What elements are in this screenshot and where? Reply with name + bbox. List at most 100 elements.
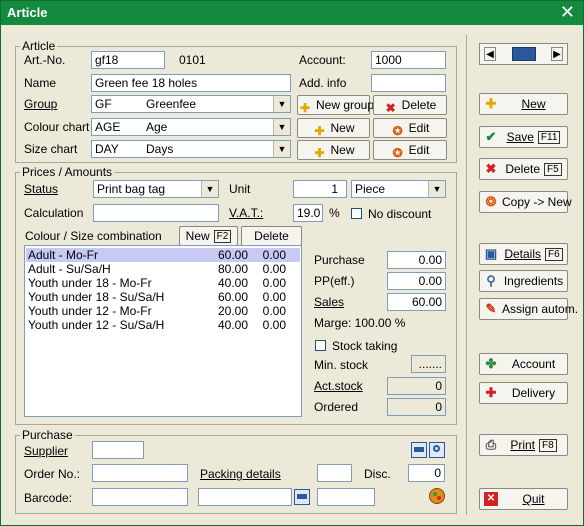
plus-icon: ✚ xyxy=(485,96,497,111)
addinfo-label: Add. info xyxy=(299,76,347,90)
size-edit-label: Edit xyxy=(408,143,430,157)
new-button[interactable]: ✚ New xyxy=(479,93,568,115)
next-record-icon[interactable]: ▶ xyxy=(551,47,563,61)
print-button[interactable]: ⎙ Print F8 xyxy=(479,434,568,456)
assign-autom-label: Assign autom. xyxy=(502,302,579,316)
chevron-down-icon[interactable]: ▼ xyxy=(273,119,290,135)
chevron-down-icon[interactable]: ▼ xyxy=(428,181,445,197)
list-item[interactable]: Youth under 18 - Mo-Fr 40.00 0.00 xyxy=(26,276,300,290)
delivery-button[interactable]: ✚ Delivery xyxy=(479,382,568,404)
row-price: 40.00 xyxy=(217,276,248,290)
packing-details-input[interactable] xyxy=(317,464,352,482)
list-item[interactable]: Adult - Su/Sa/H 80.00 0.00 xyxy=(26,262,300,276)
unit-select[interactable]: Piece ▼ xyxy=(351,180,446,198)
order-no-input[interactable] xyxy=(92,464,188,482)
stock-taking-checkbox[interactable] xyxy=(315,340,326,351)
no-discount-checkbox[interactable] xyxy=(351,208,362,219)
article-legend: Article xyxy=(22,39,56,53)
purchase-price-label: Purchase xyxy=(314,253,365,267)
new-group-button[interactable]: ✚ New group xyxy=(297,95,374,115)
act-stock-label: Act.stock xyxy=(314,379,363,393)
name-input[interactable]: Green fee 18 holes xyxy=(91,74,291,92)
sales-price-input[interactable]: 60.00 xyxy=(387,293,446,311)
account-input[interactable]: 1000 xyxy=(371,51,446,69)
colour-new-label: New xyxy=(330,121,355,135)
close-icon[interactable]: ✕ xyxy=(560,2,575,22)
size-edit-button[interactable]: ✪ Edit xyxy=(373,140,447,160)
delete-button[interactable]: ✖ Delete F5 xyxy=(479,158,568,180)
supplier-search-icon[interactable] xyxy=(429,442,445,458)
details-icon: ▣ xyxy=(484,246,498,261)
list-item[interactable]: Youth under 18 - Su/Sa/H 60.00 0.00 xyxy=(26,290,300,304)
colour-new-button[interactable]: ✚ New xyxy=(297,118,370,138)
barcode-input-2[interactable] xyxy=(198,488,292,506)
colour-edit-button[interactable]: ✪ Edit xyxy=(373,118,447,138)
combination-list[interactable]: Adult - Mo-Fr 60.00 0.00 Adult - Su/Sa/H 80… xyxy=(24,245,302,417)
palette-icon[interactable] xyxy=(429,488,445,504)
calculation-input[interactable] xyxy=(93,204,219,222)
supplier-label: Supplier xyxy=(24,444,69,458)
unit-value: Piece xyxy=(355,182,386,196)
ingredients-button[interactable]: ⚲ Ingredients xyxy=(479,270,568,292)
barcode-input[interactable] xyxy=(92,488,188,506)
quit-icon: ✕ xyxy=(484,492,498,506)
quit-button[interactable]: ✕ Quit xyxy=(479,488,568,510)
checkmark-icon: ✔ xyxy=(485,129,497,144)
min-stock-label: Min. stock xyxy=(314,358,369,372)
chevron-down-icon[interactable]: ▼ xyxy=(273,96,290,112)
search-icon: ⚲ xyxy=(486,273,496,288)
unit-qty-input[interactable]: 1 xyxy=(293,180,347,198)
edit-icon: ✪ xyxy=(392,124,403,138)
list-item[interactable]: Youth under 12 - Mo-Fr 20.00 0.00 xyxy=(26,304,300,318)
copy-new-button[interactable]: ❂ Copy -> New xyxy=(479,191,572,213)
vat-label: V.A.T.: xyxy=(229,206,264,220)
delete-group-button[interactable]: ✖ Delete xyxy=(373,95,447,115)
account-button[interactable]: ✤ Account xyxy=(479,353,568,375)
act-stock-value: 0 xyxy=(387,377,446,395)
pp-eff-input[interactable]: 0.00 xyxy=(387,272,446,290)
barcode-card-icon[interactable] xyxy=(294,489,310,505)
supplier-input[interactable] xyxy=(92,441,144,459)
row-name: Adult - Mo-Fr xyxy=(28,248,99,262)
window-title: Article xyxy=(7,5,48,20)
details-button[interactable]: ▣ Details F6 xyxy=(479,243,568,265)
barcode-input-3[interactable] xyxy=(317,488,375,506)
list-item[interactable]: Youth under 12 - Su/Sa/H 40.00 0.00 xyxy=(26,318,300,332)
colour-chart-select[interactable]: AGE Age ▼ xyxy=(91,118,291,136)
combination-delete-button[interactable]: Delete xyxy=(241,226,302,246)
supplier-card-icon[interactable] xyxy=(411,442,427,458)
artno-input[interactable]: gf18 xyxy=(91,51,165,69)
size-chart-select[interactable]: DAY Days ▼ xyxy=(91,140,291,158)
status-select[interactable]: Print bag tag ▼ xyxy=(93,180,219,198)
delete-group-label: Delete xyxy=(401,98,437,112)
list-item[interactable]: Adult - Mo-Fr 60.00 0.00 xyxy=(26,248,300,262)
artno-code: 0101 xyxy=(179,53,206,67)
account-label-side: Account xyxy=(511,357,556,371)
row-price: 80.00 xyxy=(217,262,248,276)
disc-label: Disc. xyxy=(364,467,391,481)
chevron-down-icon[interactable]: ▼ xyxy=(201,181,218,197)
barcode-label: Barcode: xyxy=(24,491,73,505)
prev-record-icon[interactable]: ◀ xyxy=(484,47,496,61)
colour-edit-label: Edit xyxy=(408,121,430,135)
addinfo-input[interactable] xyxy=(371,74,446,92)
delivery-plus-icon: ✚ xyxy=(485,385,497,400)
size-new-button[interactable]: ✚ New xyxy=(297,140,370,160)
vat-input[interactable]: 19.0 xyxy=(293,204,323,222)
min-stock-input[interactable]: ....... xyxy=(411,355,446,373)
row-qty: 0.00 xyxy=(262,290,286,304)
f6-key-badge: F6 xyxy=(545,248,563,261)
unit-label: Unit xyxy=(229,182,251,196)
purchase-price-input[interactable]: 0.00 xyxy=(387,251,446,269)
chevron-down-icon[interactable]: ▼ xyxy=(273,141,290,157)
delivery-label: Delivery xyxy=(511,386,556,400)
plus-icon: ✚ xyxy=(314,146,325,160)
assign-autom-button[interactable]: ✎ Assign autom. xyxy=(479,298,579,320)
save-label: Save xyxy=(506,130,534,144)
save-button[interactable]: ✔ Save F11 xyxy=(479,126,568,148)
ordered-label: Ordered xyxy=(314,400,359,414)
group-select[interactable]: GF Greenfee ▼ xyxy=(91,95,291,113)
disc-input[interactable]: 0 xyxy=(408,464,445,482)
record-list-icon[interactable] xyxy=(512,47,536,61)
combination-new-button[interactable]: New F2 xyxy=(179,226,238,246)
